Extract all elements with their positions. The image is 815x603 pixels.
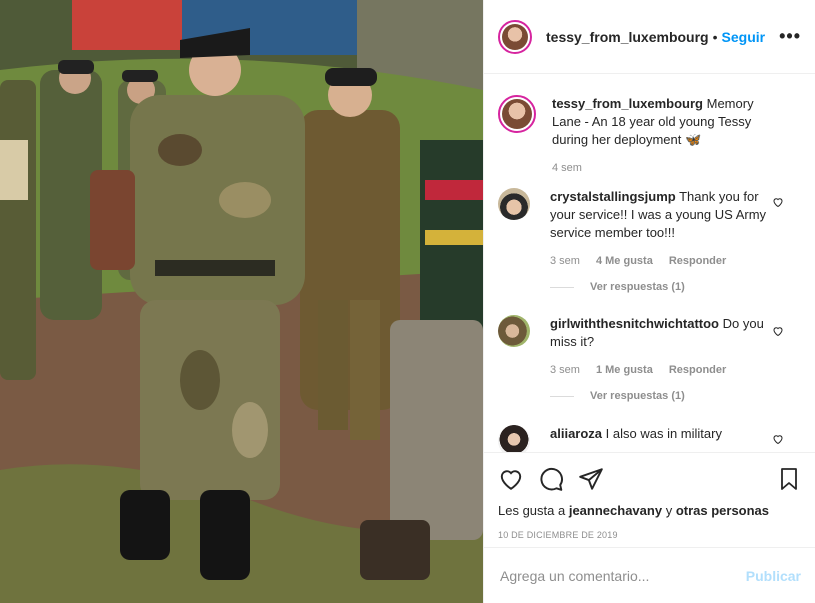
comment-body: crystalstallingsjump Thank you for your … [550, 188, 780, 296]
view-replies[interactable]: Ver respuestas (1) [550, 278, 780, 296]
replies-line [550, 395, 574, 397]
add-comment-input[interactable] [498, 566, 746, 585]
reply-button[interactable]: Responder [669, 252, 726, 270]
comment-username[interactable]: crystalstallingsjump [550, 189, 676, 204]
comment-bubble-icon[interactable] [538, 466, 564, 492]
comment-item: aliiaroza I also was in military [498, 425, 798, 452]
likes-others[interactable]: otras personas [676, 503, 769, 518]
follow-button[interactable]: Seguir [722, 29, 766, 45]
commenter-avatar[interactable] [498, 188, 530, 220]
comment-likes[interactable]: 4 Me gusta [596, 252, 653, 270]
author-username[interactable]: tessy_from_luxembourg [546, 29, 709, 45]
commenter-avatar[interactable] [498, 425, 530, 452]
comment-meta: 3 sem 4 Me gusta Responder [550, 252, 780, 270]
view-replies[interactable]: Ver respuestas (1) [550, 387, 780, 405]
comment-meta: 3 sem 1 Me gusta Responder [550, 361, 780, 379]
comments-list[interactable]: tessy_from_luxembourg Memory Lane - An 1… [484, 75, 815, 452]
post-date[interactable]: 10 DE DICIEMBRE DE 2019 [498, 530, 801, 540]
like-comment-heart-icon[interactable] [772, 325, 784, 337]
comment-body: aliiaroza I also was in military [550, 425, 780, 452]
like-heart-icon[interactable] [498, 466, 524, 492]
view-replies-label: Ver respuestas (1) [590, 390, 685, 402]
caption-time[interactable]: 4 sem [552, 159, 582, 177]
commenter-avatar[interactable] [498, 315, 530, 347]
caption-avatar[interactable] [498, 95, 536, 133]
comment-time[interactable]: 3 sem [550, 252, 580, 270]
caption-meta: 4 sem [552, 159, 782, 177]
likes-prefix: Les gusta a [498, 503, 566, 518]
action-icons [498, 463, 801, 495]
comment-item: crystalstallingsjump Thank you for your … [498, 188, 798, 296]
post-photo[interactable] [0, 0, 483, 603]
caption: tessy_from_luxembourg Memory Lane - An 1… [498, 95, 798, 177]
reply-button[interactable]: Responder [669, 361, 726, 379]
likes-summary: Les gusta a jeannechavany y otras person… [498, 503, 801, 518]
comment-time[interactable]: 3 sem [550, 361, 580, 379]
save-bookmark-icon[interactable] [777, 466, 801, 492]
author-avatar[interactable] [498, 19, 532, 54]
more-options-icon[interactable]: ••• [779, 26, 801, 47]
replies-line [550, 286, 574, 288]
comment-text: I also was in military [605, 426, 722, 441]
comment-username[interactable]: girlwiththesnitchwichtattoo [550, 316, 719, 331]
comment-username[interactable]: aliiaroza [550, 426, 602, 441]
like-comment-heart-icon[interactable] [772, 433, 784, 445]
post-panel: tessy_from_luxembourg • Seguir ••• tessy… [483, 0, 815, 603]
publish-button[interactable]: Publicar [746, 568, 801, 584]
share-paper-plane-icon[interactable] [578, 466, 604, 492]
post-actions: Les gusta a jeannechavany y otras person… [484, 452, 815, 540]
like-comment-heart-icon[interactable] [772, 196, 784, 208]
view-replies-label: Ver respuestas (1) [590, 281, 685, 293]
comment-item: girlwiththesnitchwichtattoo Do you miss … [498, 315, 798, 405]
comment-likes[interactable]: 1 Me gusta [596, 361, 653, 379]
add-comment-bar: Publicar [484, 547, 815, 603]
separator-dot: • [712, 28, 718, 45]
post-header: tessy_from_luxembourg • Seguir ••• [484, 0, 815, 74]
comment-body: girlwiththesnitchwichtattoo Do you miss … [550, 315, 780, 405]
caption-username[interactable]: tessy_from_luxembourg [552, 96, 703, 111]
caption-body: tessy_from_luxembourg Memory Lane - An 1… [552, 95, 782, 177]
likes-user[interactable]: jeannechavany [569, 503, 662, 518]
likes-middle: y [665, 503, 673, 518]
post-photo-image [0, 0, 483, 603]
